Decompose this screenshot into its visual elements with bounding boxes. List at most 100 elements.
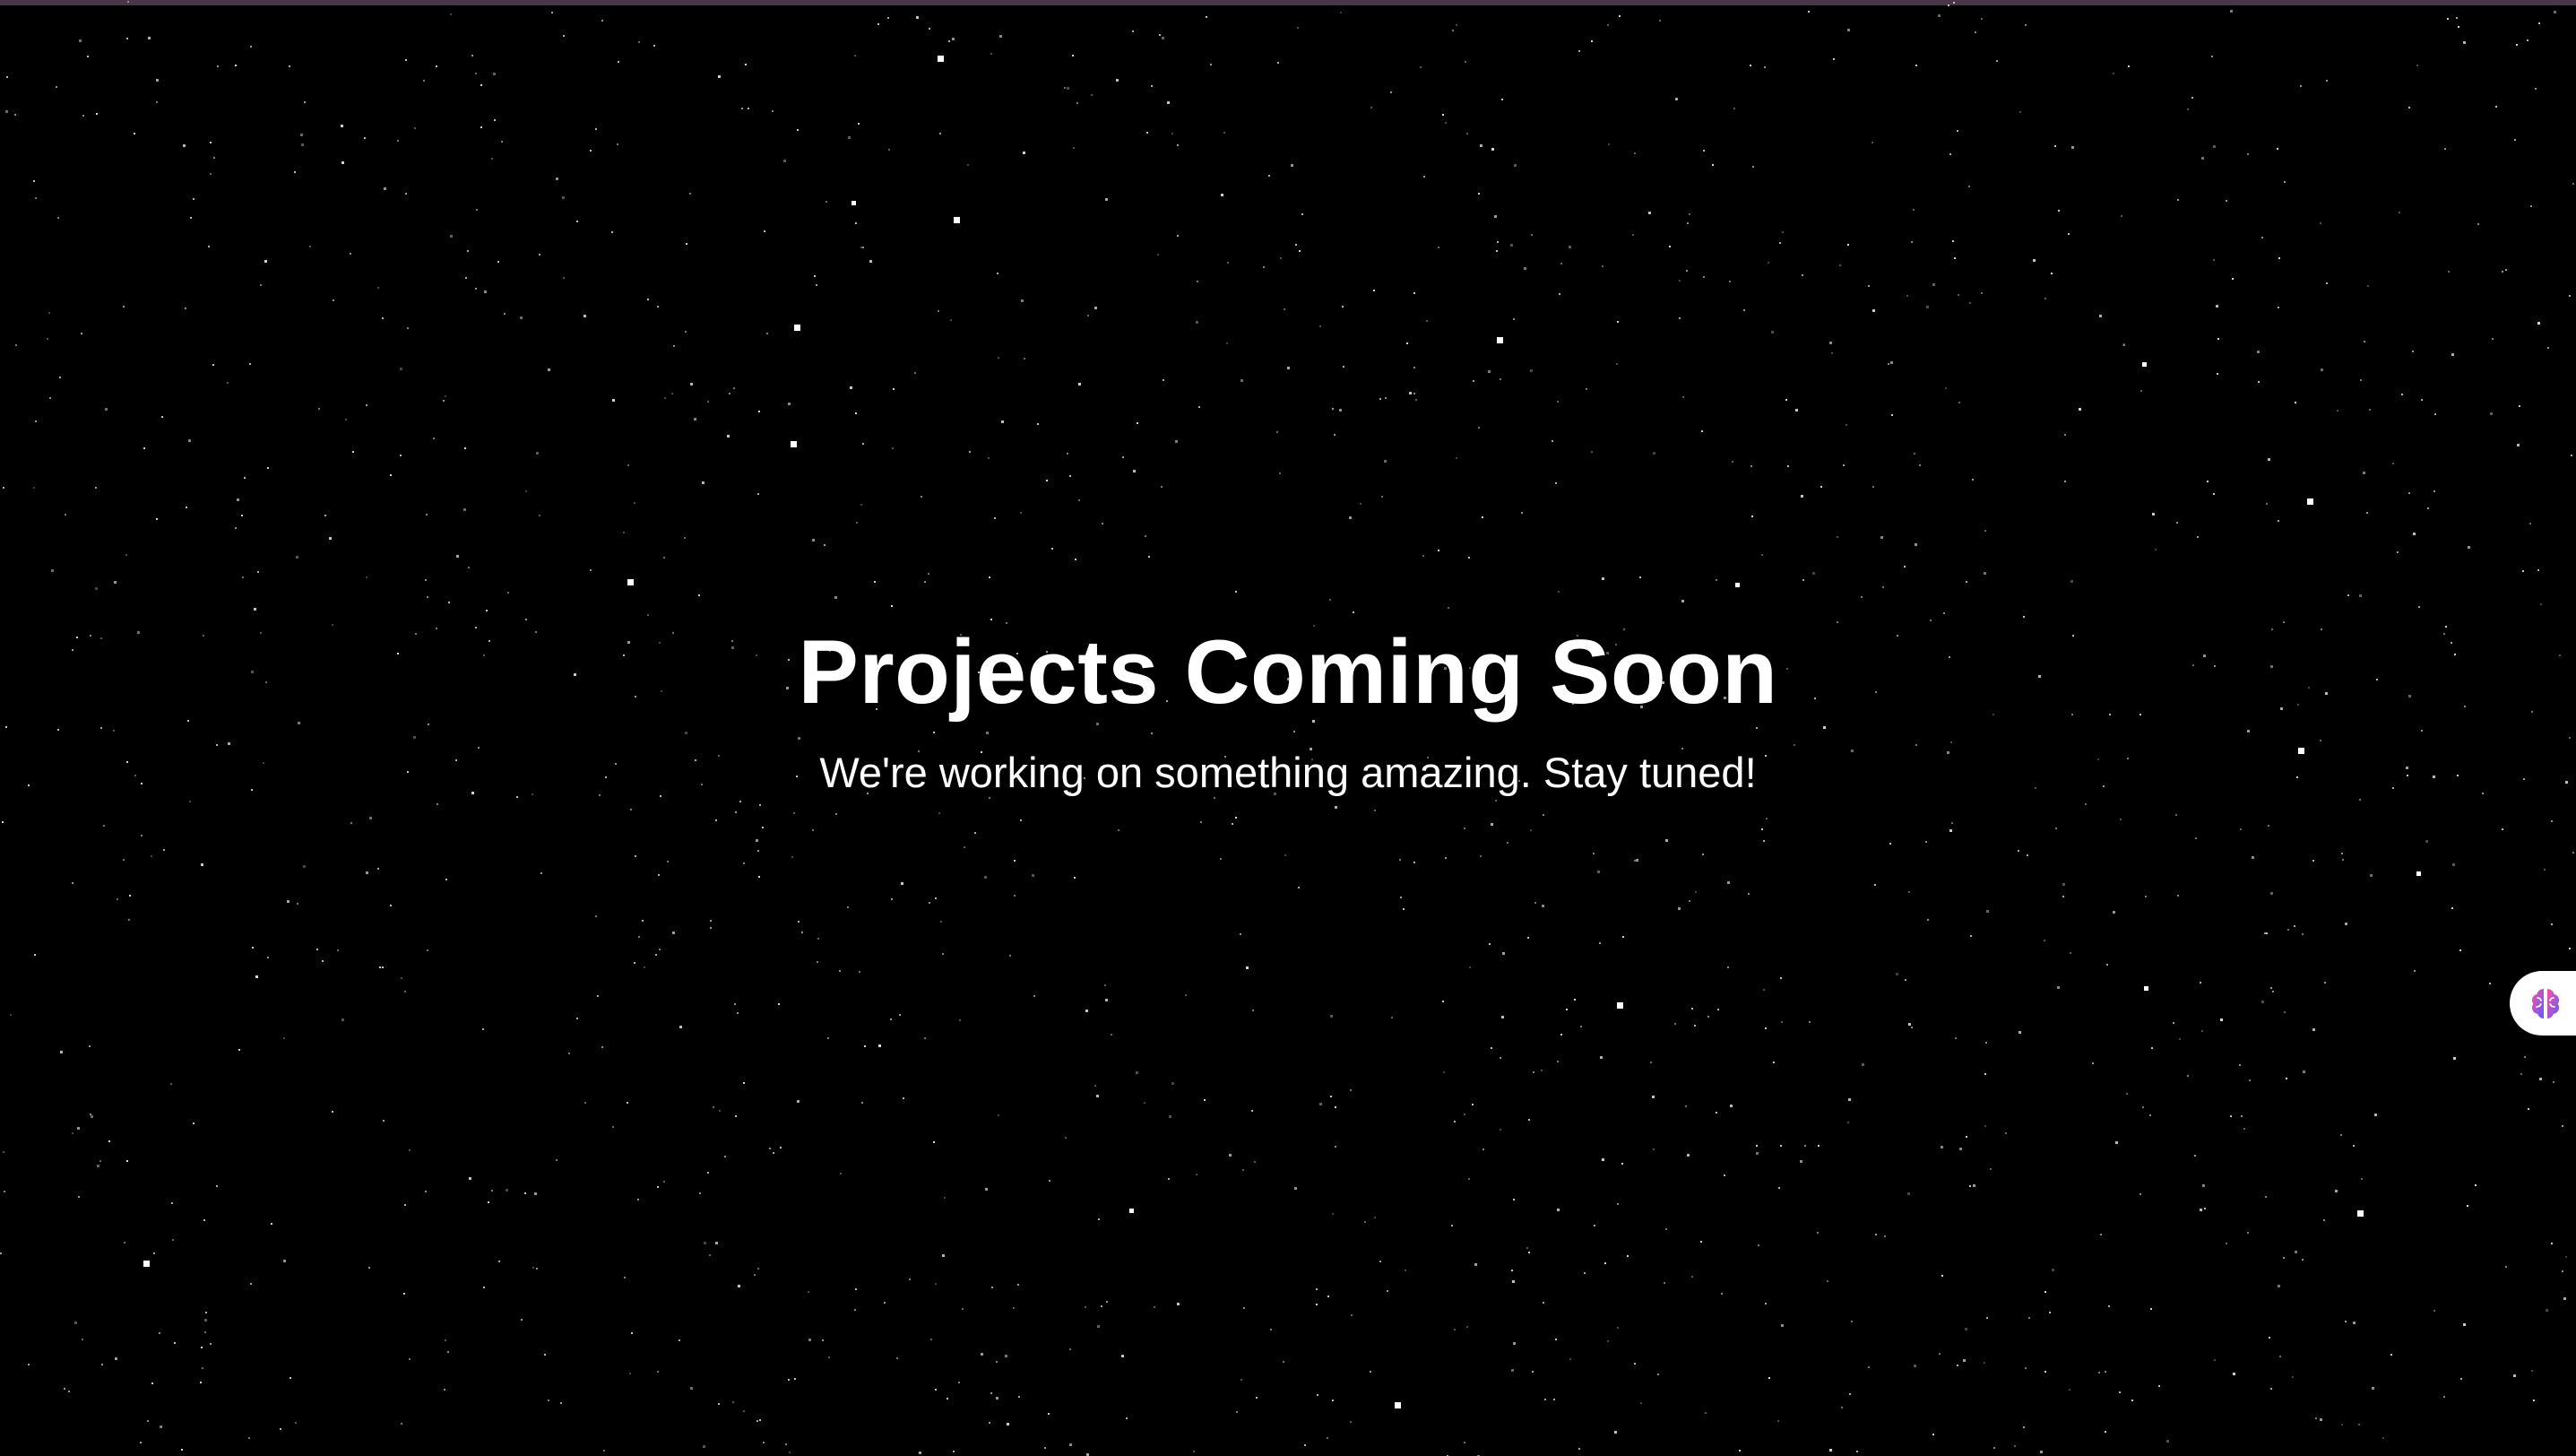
star <box>304 101 306 103</box>
star <box>1674 1023 1676 1025</box>
star <box>427 949 428 951</box>
star <box>1750 65 1751 66</box>
star <box>984 876 987 879</box>
star <box>939 133 941 134</box>
star <box>2191 97 2193 99</box>
star <box>2451 907 2453 909</box>
star <box>1349 516 1352 519</box>
star <box>1102 523 1103 524</box>
bright-star <box>2307 498 2313 505</box>
star <box>1717 1009 1719 1010</box>
star <box>1185 994 1187 996</box>
star <box>938 310 939 312</box>
star <box>2233 1373 2235 1375</box>
star <box>1514 164 1517 167</box>
star <box>2408 492 2410 494</box>
star <box>690 1387 693 1390</box>
star <box>2054 145 2056 147</box>
star <box>1332 408 1334 410</box>
star <box>204 1331 206 1333</box>
star <box>903 1097 904 1099</box>
star <box>1240 933 1241 935</box>
star <box>1319 1103 1322 1105</box>
star <box>2553 1081 2554 1083</box>
star <box>2247 1232 2249 1234</box>
star <box>2467 1205 2468 1207</box>
star <box>1297 27 1299 29</box>
star <box>1636 859 1638 862</box>
star <box>1730 1105 1733 1107</box>
star <box>2014 1445 2016 1447</box>
star <box>3 1151 4 1153</box>
star <box>1785 399 1787 401</box>
star <box>715 1242 718 1244</box>
star <box>1972 479 1974 481</box>
star <box>2547 347 2549 349</box>
star <box>436 65 437 67</box>
star <box>1096 1095 1099 1097</box>
star <box>2540 603 2542 605</box>
star <box>1659 20 1661 22</box>
star <box>1580 1026 1582 1027</box>
star <box>1653 452 1655 455</box>
star <box>1069 1348 1071 1350</box>
star <box>486 610 488 611</box>
star <box>1927 919 1929 921</box>
star <box>2128 65 2130 67</box>
star <box>729 393 730 394</box>
star <box>1907 1192 1910 1195</box>
star <box>404 1204 406 1206</box>
star <box>126 38 128 39</box>
star <box>1482 516 1483 518</box>
star <box>629 1373 631 1374</box>
star <box>762 827 764 828</box>
star <box>405 193 407 195</box>
star <box>958 1382 960 1383</box>
star <box>5 110 8 113</box>
star <box>48 312 50 314</box>
star <box>1198 406 1200 408</box>
star <box>183 144 186 147</box>
star <box>2126 1093 2128 1095</box>
star <box>1157 254 1159 256</box>
star <box>210 173 212 175</box>
star <box>2425 840 2428 843</box>
star <box>237 498 239 501</box>
star <box>507 592 509 594</box>
bright-star <box>2144 986 2148 991</box>
star <box>1171 1082 1174 1085</box>
star <box>1227 262 1229 264</box>
star <box>808 1339 811 1341</box>
star <box>216 1185 218 1187</box>
star <box>390 474 392 476</box>
star <box>250 46 252 48</box>
star <box>962 1308 964 1310</box>
star <box>854 55 856 56</box>
star <box>332 1111 333 1113</box>
star <box>1167 101 1170 104</box>
star <box>684 537 686 539</box>
assistant-widget-button[interactable] <box>2510 971 2576 1036</box>
star <box>673 345 675 347</box>
star <box>1513 318 1515 320</box>
star <box>337 949 339 951</box>
star <box>2023 616 2025 618</box>
star <box>1334 434 1336 436</box>
star <box>2064 481 2066 482</box>
star <box>996 1397 998 1400</box>
coming-soon-page: Projects Coming Soon We're working on so… <box>0 0 2576 1456</box>
star <box>1957 130 1958 132</box>
star <box>1602 265 1604 267</box>
star <box>2226 1243 2227 1244</box>
star <box>1316 1304 1318 1305</box>
star <box>78 1196 80 1198</box>
star <box>1111 1034 1112 1036</box>
star <box>1905 979 1906 981</box>
star <box>928 573 929 575</box>
star <box>1526 1247 1528 1249</box>
star <box>944 1197 946 1199</box>
star <box>2158 1385 2160 1387</box>
star <box>1591 40 1593 42</box>
star <box>205 1312 207 1313</box>
star <box>1781 1021 1783 1023</box>
